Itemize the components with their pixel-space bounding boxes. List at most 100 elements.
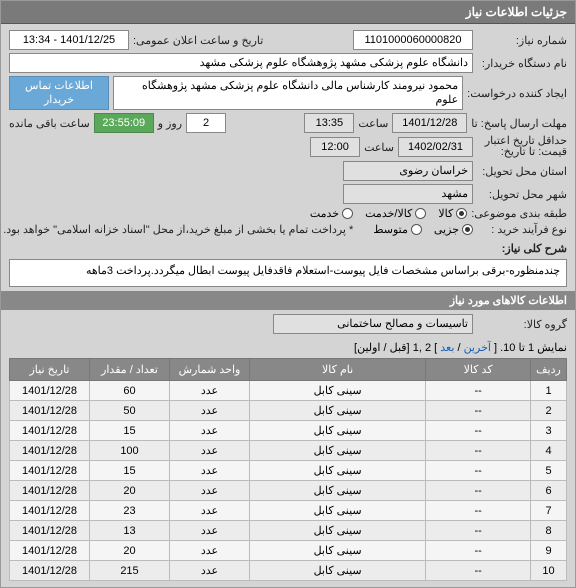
cell-unit: عدد	[170, 441, 250, 461]
cell-date: 1401/12/28	[10, 421, 90, 441]
province-label: استان محل تحویل:	[477, 165, 567, 178]
credit-date: 1402/02/31	[398, 137, 473, 157]
city-field: مشهد	[343, 184, 473, 204]
cell-qty: 60	[90, 381, 170, 401]
th-row: ردیف	[531, 359, 567, 381]
cell-qty: 15	[90, 461, 170, 481]
form-area: شماره نیاز: 1101000060000820 تاریخ و ساع…	[1, 24, 575, 587]
time-label-2: ساعت	[364, 141, 394, 154]
time-label-1: ساعت	[358, 117, 388, 130]
cell-n: 10	[531, 561, 567, 581]
buyer-label: نام دستگاه خریدار:	[477, 57, 567, 70]
table-row: 6--سینی کابلعدد201401/12/28	[10, 481, 567, 501]
cell-name: سینی کابل	[250, 541, 426, 561]
table-row: 7--سینی کابلعدد231401/12/28	[10, 501, 567, 521]
cell-qty: 20	[90, 481, 170, 501]
cell-date: 1401/12/28	[10, 501, 90, 521]
table-row: 2--سینی کابلعدد501401/12/28	[10, 401, 567, 421]
table-row: 1--سینی کابلعدد601401/12/28	[10, 381, 567, 401]
radio-icon	[415, 208, 426, 219]
cell-unit: عدد	[170, 421, 250, 441]
items-table: ردیف کد کالا نام کالا واحد شمارش تعداد /…	[9, 358, 567, 581]
page-title-bar: جزئیات اطلاعات نیاز	[1, 1, 575, 24]
cell-qty: 215	[90, 561, 170, 581]
th-date: تاریخ نیاز	[10, 359, 90, 381]
cell-n: 9	[531, 541, 567, 561]
contact-button[interactable]: اطلاعات تماس خریدار	[9, 76, 109, 110]
cell-code: --	[426, 541, 531, 561]
table-row: 5--سینی کابلعدد151401/12/28	[10, 461, 567, 481]
city-label: شهر محل تحویل:	[477, 188, 567, 201]
cell-qty: 100	[90, 441, 170, 461]
radio-icon	[411, 224, 422, 235]
cell-n: 1	[531, 381, 567, 401]
items-section-header: اطلاعات کالاهای مورد نیاز	[1, 291, 575, 310]
deadline-label: مهلت ارسال پاسخ: تا	[471, 117, 567, 130]
cell-name: سینی کابل	[250, 441, 426, 461]
need-no-field: 1101000060000820	[353, 30, 473, 50]
th-qty: تعداد / مقدار	[90, 359, 170, 381]
table-row: 9--سینی کابلعدد201401/12/28	[10, 541, 567, 561]
process-label: نوع فرآیند خرید :	[477, 223, 567, 236]
category-label: طبقه بندی موضوعی:	[471, 207, 567, 220]
deadline-date: 1401/12/28	[392, 113, 467, 133]
page-title: جزئیات اطلاعات نیاز	[466, 5, 567, 19]
radio-goods[interactable]: کالا	[438, 207, 467, 220]
pager-next-link[interactable]: بعد	[440, 342, 454, 354]
cell-code: --	[426, 441, 531, 461]
cell-name: سینی کابل	[250, 461, 426, 481]
cell-qty: 50	[90, 401, 170, 421]
cell-n: 7	[531, 501, 567, 521]
requester-label: ایجاد کننده درخواست:	[467, 87, 567, 100]
province-field: خراسان رضوی	[343, 161, 473, 181]
cell-date: 1401/12/28	[10, 441, 90, 461]
cell-code: --	[426, 421, 531, 441]
cell-name: سینی کابل	[250, 381, 426, 401]
requester-field: محمود نیرومند کارشناس مالی دانشگاه علوم …	[113, 76, 463, 110]
cell-unit: عدد	[170, 501, 250, 521]
cell-name: سینی کابل	[250, 501, 426, 521]
cell-date: 1401/12/28	[10, 481, 90, 501]
cell-code: --	[426, 401, 531, 421]
cell-unit: عدد	[170, 521, 250, 541]
need-no-label: شماره نیاز:	[477, 34, 567, 47]
cell-code: --	[426, 481, 531, 501]
cell-name: سینی کابل	[250, 481, 426, 501]
days-remaining: 2	[186, 113, 226, 133]
cell-date: 1401/12/28	[10, 461, 90, 481]
cell-name: سینی کابل	[250, 421, 426, 441]
table-row: 10--سینی کابلعدد2151401/12/28	[10, 561, 567, 581]
cell-qty: 13	[90, 521, 170, 541]
remaining-label: ساعت باقی مانده	[9, 117, 90, 130]
pager-last-link[interactable]: آخرین	[464, 342, 491, 354]
days-label: روز و	[158, 117, 182, 130]
description-box: چندمنظوره-برقی براساس مشخصات فایل پیوست-…	[9, 259, 567, 287]
cell-unit: عدد	[170, 541, 250, 561]
cell-n: 2	[531, 401, 567, 421]
main-container: جزئیات اطلاعات نیاز شماره نیاز: 11010000…	[0, 0, 576, 588]
table-row: 4--سینی کابلعدد1001401/12/28	[10, 441, 567, 461]
radio-service[interactable]: خدمت	[310, 207, 353, 220]
credit-time: 12:00	[310, 137, 360, 157]
deadline-time: 13:35	[304, 113, 354, 133]
cell-n: 5	[531, 461, 567, 481]
process-note: * پرداخت تمام یا بخشی از مبلغ خرید،از مح…	[3, 223, 353, 236]
radio-icon	[342, 208, 353, 219]
cell-name: سینی کابل	[250, 561, 426, 581]
cell-unit: عدد	[170, 401, 250, 421]
pager: نمایش 1 تا 10. [ آخرین / بعد ] 2 ,1 [قبل…	[9, 337, 567, 358]
cell-date: 1401/12/28	[10, 541, 90, 561]
radio-medium[interactable]: متوسط	[373, 223, 422, 236]
cell-code: --	[426, 381, 531, 401]
cell-qty: 15	[90, 421, 170, 441]
announce-field: 1401/12/25 - 13:34	[9, 30, 129, 50]
process-radio-group: جزیی متوسط	[373, 223, 473, 236]
cell-date: 1401/12/28	[10, 381, 90, 401]
cell-n: 6	[531, 481, 567, 501]
category-radio-group: کالا کالا/خدمت خدمت	[310, 207, 467, 220]
table-row: 3--سینی کابلعدد151401/12/28	[10, 421, 567, 441]
radio-partial[interactable]: جزیی	[434, 223, 473, 236]
cell-code: --	[426, 561, 531, 581]
cell-date: 1401/12/28	[10, 401, 90, 421]
radio-goods-service[interactable]: کالا/خدمت	[365, 207, 426, 220]
